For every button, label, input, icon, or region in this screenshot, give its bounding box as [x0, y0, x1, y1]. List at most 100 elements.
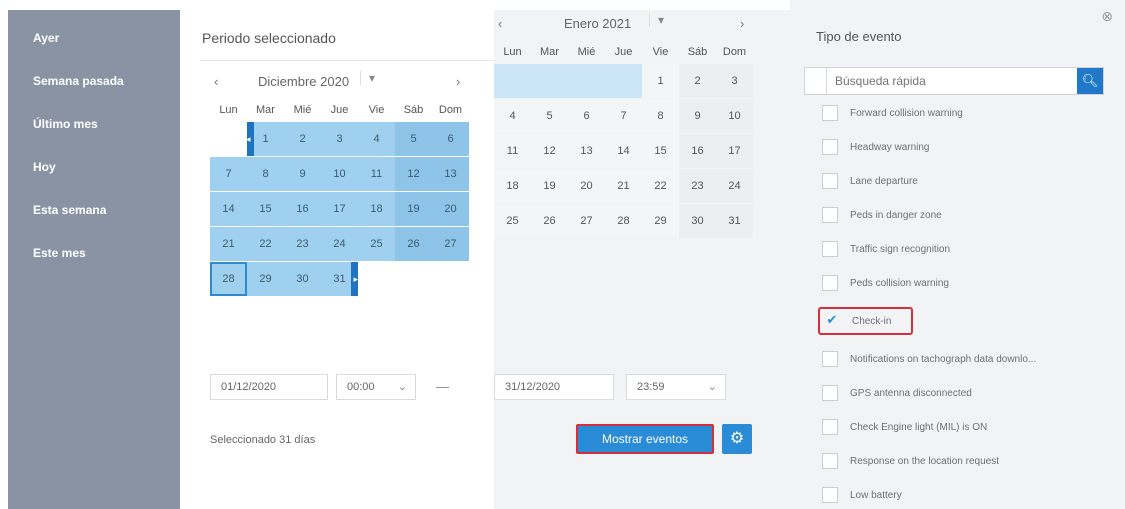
month-dropdown-left-icon[interactable]: [360, 71, 375, 85]
calendar-day[interactable]: 6: [568, 99, 605, 133]
prev-month-icon[interactable]: ‹: [214, 74, 218, 89]
event-type-item[interactable]: Low battery: [822, 481, 902, 509]
calendar-day[interactable]: 6: [432, 122, 469, 156]
checkbox[interactable]: [822, 105, 838, 121]
calendar-day[interactable]: 3: [716, 64, 753, 98]
calendar-day[interactable]: 30: [284, 262, 321, 296]
calendar-day[interactable]: 21: [605, 169, 642, 203]
calendar-day[interactable]: 13: [432, 157, 469, 191]
preset-today[interactable]: Hoy: [8, 157, 180, 200]
event-type-item[interactable]: Response on the location request: [822, 447, 999, 475]
calendar-day[interactable]: 11: [494, 134, 531, 168]
calendar-day[interactable]: 24: [716, 169, 753, 203]
calendar-day[interactable]: 22: [642, 169, 679, 203]
checkbox-checked-icon[interactable]: ✔: [824, 313, 840, 329]
calendar-day[interactable]: 12: [395, 157, 432, 191]
calendar-day[interactable]: 15: [247, 192, 284, 226]
event-type-item[interactable]: Headway warning: [822, 133, 930, 161]
event-type-item[interactable]: ✔ Check-in: [818, 307, 914, 335]
calendar-day[interactable]: 4: [494, 99, 531, 133]
checkbox[interactable]: [822, 139, 838, 155]
show-events-button[interactable]: Mostrar eventos: [576, 424, 714, 454]
calendar-day[interactable]: 8: [642, 99, 679, 133]
calendar-day[interactable]: 29: [247, 262, 284, 296]
calendar-day[interactable]: 8: [247, 157, 284, 191]
calendar-day[interactable]: 21: [210, 227, 247, 261]
calendar-day[interactable]: 26: [395, 227, 432, 261]
calendar-day[interactable]: 4: [358, 122, 395, 156]
event-type-item[interactable]: Forward collision warning: [822, 99, 963, 127]
checkbox[interactable]: [822, 173, 838, 189]
event-type-item[interactable]: Lane departure: [822, 167, 918, 195]
checkbox[interactable]: [822, 241, 838, 257]
next-month-left-icon[interactable]: ›: [456, 74, 460, 89]
calendar-day[interactable]: 16: [679, 134, 716, 168]
calendar-day[interactable]: 14: [210, 192, 247, 226]
calendar-day[interactable]: 17: [321, 192, 358, 226]
calendar-day[interactable]: 20: [568, 169, 605, 203]
calendar-day[interactable]: 19: [395, 192, 432, 226]
close-icon[interactable]: ⊗: [1101, 8, 1113, 25]
end-time-select[interactable]: 23:59 ⌄: [626, 374, 726, 400]
preset-this-week[interactable]: Esta semana: [8, 200, 180, 243]
preset-last-month[interactable]: Último mes: [8, 114, 180, 157]
checkbox[interactable]: [822, 351, 838, 367]
calendar-day[interactable]: 17: [716, 134, 753, 168]
event-type-item[interactable]: Traffic sign recognition: [822, 235, 950, 263]
select-all-checkbox[interactable]: [805, 68, 827, 94]
calendar-day[interactable]: 23: [679, 169, 716, 203]
event-type-item[interactable]: Notifications on tachograph data downlo.…: [822, 345, 1036, 373]
calendar-day[interactable]: 7: [605, 99, 642, 133]
calendar-day[interactable]: 9: [284, 157, 321, 191]
start-date-field[interactable]: 01/12/2020: [210, 374, 328, 400]
start-time-select[interactable]: 00:00 ⌄: [336, 374, 416, 400]
event-type-item[interactable]: Peds in danger zone: [822, 201, 942, 229]
calendar-day[interactable]: 31: [716, 204, 753, 238]
calendar-day[interactable]: 16: [284, 192, 321, 226]
preset-this-month[interactable]: Este mes: [8, 243, 180, 286]
calendar-day[interactable]: 24: [321, 227, 358, 261]
event-type-item[interactable]: Peds collision warning: [822, 269, 949, 297]
calendar-day[interactable]: 1: [642, 64, 679, 98]
search-icon[interactable]: 🔍︎: [1077, 68, 1103, 94]
event-type-item[interactable]: GPS antenna disconnected: [822, 379, 972, 407]
calendar-day[interactable]: 25: [358, 227, 395, 261]
calendar-day[interactable]: 20: [432, 192, 469, 226]
calendar-day[interactable]: 25: [494, 204, 531, 238]
calendar-day[interactable]: 23: [284, 227, 321, 261]
calendar-day[interactable]: 2: [284, 122, 321, 156]
calendar-day[interactable]: 7: [210, 157, 247, 191]
calendar-day[interactable]: 31: [321, 262, 358, 296]
prev-month-right-icon[interactable]: ‹: [498, 16, 502, 31]
calendar-day[interactable]: 28: [210, 262, 247, 296]
calendar-day[interactable]: 19: [531, 169, 568, 203]
calendar-day[interactable]: 10: [716, 99, 753, 133]
calendar-day[interactable]: 13: [568, 134, 605, 168]
event-type-item[interactable]: Check Engine light (MIL) is ON: [822, 413, 987, 441]
calendar-day[interactable]: 30: [679, 204, 716, 238]
calendar-day[interactable]: 29: [642, 204, 679, 238]
calendar-day[interactable]: 1: [246, 122, 284, 156]
checkbox[interactable]: [822, 453, 838, 469]
calendar-day[interactable]: 15: [642, 134, 679, 168]
checkbox[interactable]: [822, 487, 838, 503]
calendar-day[interactable]: 27: [432, 227, 469, 261]
calendar-day[interactable]: 5: [395, 122, 432, 156]
calendar-day[interactable]: 3: [321, 122, 358, 156]
checkbox[interactable]: [822, 385, 838, 401]
calendar-day[interactable]: 5: [531, 99, 568, 133]
calendar-day[interactable]: 18: [358, 192, 395, 226]
calendar-day[interactable]: 18: [494, 169, 531, 203]
next-month-icon[interactable]: ›: [740, 16, 744, 31]
calendar-day[interactable]: 28: [605, 204, 642, 238]
month-dropdown-right-icon[interactable]: [649, 13, 664, 27]
calendar-day[interactable]: 14: [605, 134, 642, 168]
calendar-day[interactable]: 2: [679, 64, 716, 98]
preset-yesterday[interactable]: Ayer: [8, 28, 180, 71]
preset-last-week[interactable]: Semana pasada: [8, 71, 180, 114]
search-input[interactable]: [835, 68, 1075, 94]
end-date-field[interactable]: 31/12/2020: [494, 374, 614, 400]
calendar-day[interactable]: 26: [531, 204, 568, 238]
calendar-day[interactable]: 27: [568, 204, 605, 238]
calendar-day[interactable]: 11: [358, 157, 395, 191]
